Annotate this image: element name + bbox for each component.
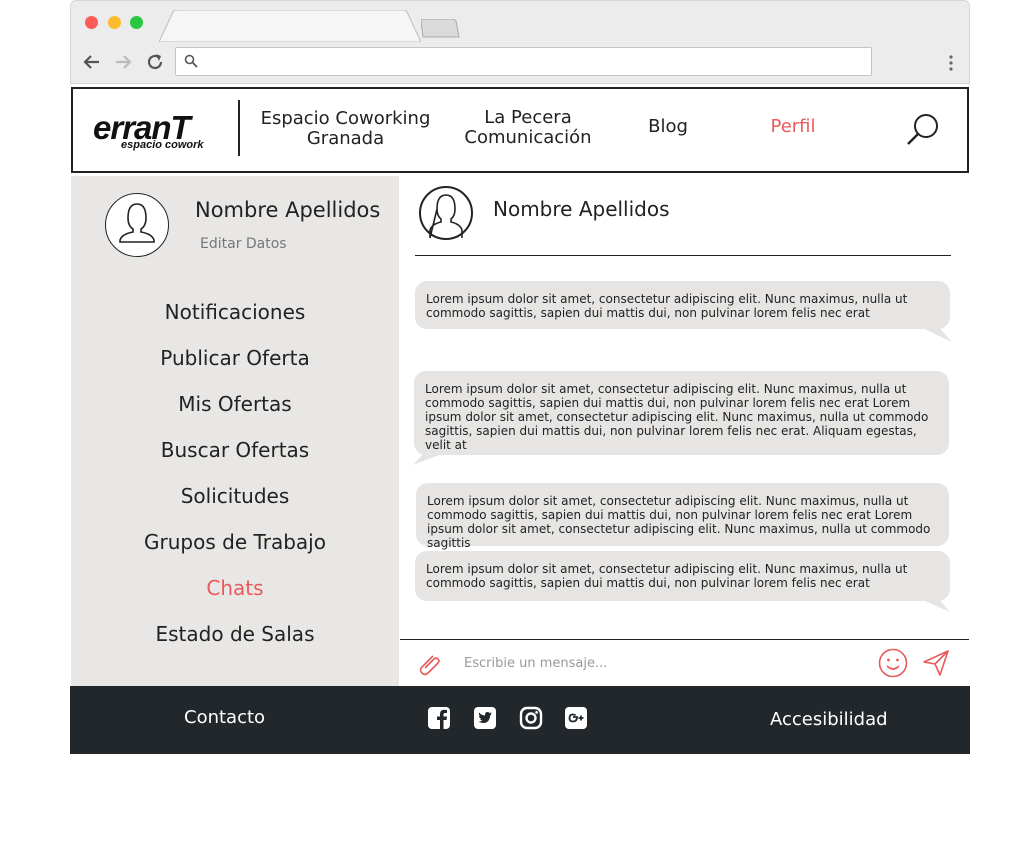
nav-label-line2: Comunicación (464, 127, 592, 148)
chat-panel: Nombre Apellidos Lorem ipsum dolor sit a… (400, 176, 969, 686)
sidebar-item-solicitudes[interactable]: Solicitudes (71, 482, 399, 510)
contacto-link[interactable]: Contacto (184, 707, 265, 728)
sidebar-item-estado-de-salas[interactable]: Estado de Salas (71, 620, 399, 648)
sidebar-item-chats[interactable]: Chats (71, 574, 399, 602)
sidebar-item-mis-ofertas[interactable]: Mis Ofertas (71, 390, 399, 418)
forward-arrow-icon (116, 55, 132, 69)
sidebar-item-grupos-de-trabajo[interactable]: Grupos de Trabajo (71, 528, 399, 556)
errant-logo[interactable]: erranT espacio cowork (93, 107, 233, 157)
user-icon (429, 194, 463, 239)
send-icon[interactable] (922, 649, 950, 677)
nav-label-line1: La Pecera (484, 107, 572, 128)
nav-label-line2: Granada (306, 128, 385, 149)
message-composer (400, 639, 969, 687)
nav-divider (238, 100, 240, 156)
sidebar-item-buscar-ofertas[interactable]: Buscar Ofertas (71, 436, 399, 464)
edit-profile-link[interactable]: Editar Datos (200, 236, 287, 252)
minimize-window-button[interactable] (108, 16, 121, 29)
reload-icon (147, 54, 163, 70)
attachment-icon[interactable] (414, 650, 442, 678)
accesibilidad-link[interactable]: Accesibilidad (770, 709, 888, 730)
user-icon (119, 203, 155, 243)
emoji-icon[interactable] (878, 648, 908, 678)
sidebar-item-publicar-oferta[interactable]: Publicar Oferta (71, 344, 399, 372)
nav-la-pecera[interactable]: La Pecera Comunicación (453, 108, 603, 148)
forward-button[interactable] (112, 51, 134, 73)
chat-contact-avatar[interactable] (419, 186, 473, 240)
bubble-tail (413, 452, 447, 465)
instagram-icon[interactable] (519, 706, 543, 730)
back-arrow-icon (83, 55, 99, 69)
search-icon[interactable] (905, 111, 941, 147)
google-plus-icon[interactable] (564, 706, 588, 730)
chat-message-received: Lorem ipsum dolor sit amet, consectetur … (414, 371, 949, 455)
twitter-icon[interactable] (473, 706, 497, 730)
page: erranT espacio cowork Espacio Coworking … (70, 86, 970, 754)
back-button[interactable] (81, 51, 103, 73)
avatar[interactable] (105, 193, 169, 257)
maximize-window-button[interactable] (130, 16, 143, 29)
browser-chrome (70, 0, 970, 84)
chat-message-sent: Lorem ipsum dolor sit amet, consectetur … (415, 281, 950, 329)
reload-button[interactable] (144, 51, 166, 73)
new-tab-button[interactable] (421, 19, 461, 39)
browser-tab[interactable] (159, 10, 421, 42)
browser-menu-icon[interactable] (946, 53, 956, 73)
bubble-tail (918, 598, 950, 612)
profile-sidebar: Nombre Apellidos Editar Datos Notificaci… (71, 176, 399, 686)
chat-message-received: Lorem ipsum dolor sit amet, consectetur … (416, 483, 949, 550)
bubble-tail (918, 326, 952, 342)
logo-tagline: espacio cowork (121, 139, 204, 151)
top-navigation: erranT espacio cowork Espacio Coworking … (71, 87, 969, 173)
chat-message-sent: Lorem ipsum dolor sit amet, consectetur … (415, 551, 950, 601)
message-input[interactable] (462, 650, 866, 676)
address-bar[interactable] (175, 47, 872, 76)
nav-label: Blog (648, 116, 688, 137)
sidebar-item-notificaciones[interactable]: Notificaciones (71, 298, 399, 326)
nav-perfil[interactable]: Perfil (753, 117, 833, 137)
chat-header-divider (415, 255, 951, 256)
close-window-button[interactable] (85, 16, 98, 29)
facebook-icon[interactable] (427, 706, 451, 730)
search-icon (184, 54, 198, 68)
nav-label-line1: Espacio Coworking (260, 108, 431, 129)
nav-blog[interactable]: Blog (633, 117, 703, 137)
profile-name: Nombre Apellidos (195, 198, 381, 222)
footer: Contacto Accesibilidad (70, 686, 970, 754)
nav-espacio-coworking[interactable]: Espacio Coworking Granada (258, 109, 433, 149)
chat-contact-name: Nombre Apellidos (493, 197, 670, 221)
nav-label: Perfil (770, 116, 816, 137)
browser-window: erranT espacio cowork Espacio Coworking … (70, 0, 970, 754)
